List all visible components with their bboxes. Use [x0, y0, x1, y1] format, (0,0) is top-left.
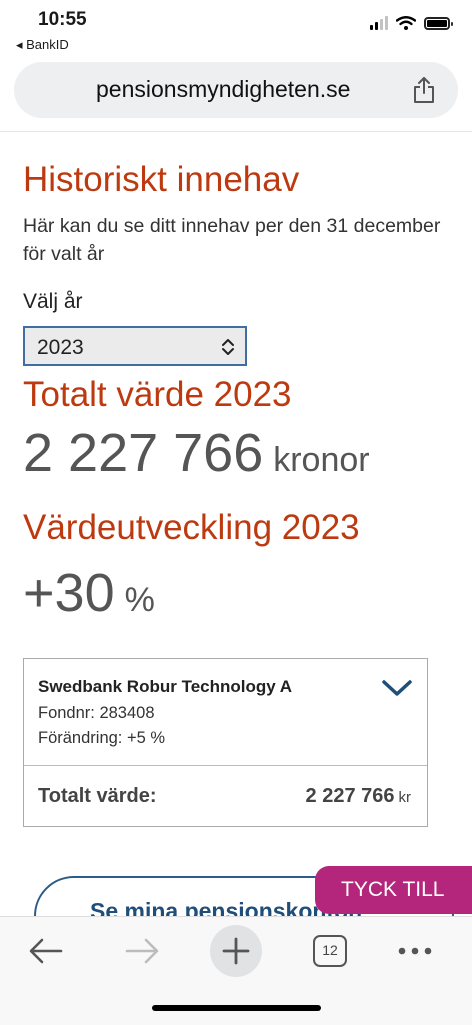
- year-select-value: 2023: [37, 336, 84, 359]
- development-unit: %: [124, 581, 155, 619]
- development-value: +30: [23, 563, 115, 623]
- chevron-down-icon[interactable]: [381, 679, 413, 697]
- fund-total-unit: kr: [398, 789, 412, 806]
- battery-icon: [424, 16, 453, 30]
- url-text[interactable]: pensionsmyndigheten.se: [96, 76, 350, 103]
- status-indicators: [370, 16, 453, 30]
- year-label: Välj år: [23, 290, 83, 313]
- fund-card[interactable]: Swedbank Robur Technology A Fondnr: 2834…: [23, 658, 428, 827]
- total-value-unit: kronor: [273, 441, 370, 479]
- wifi-icon: [396, 16, 416, 30]
- fund-card-divider: [24, 765, 427, 766]
- intro-text: Här kan du se ditt innehav per den 31 de…: [23, 215, 441, 265]
- total-value-heading: Totalt värde 2023: [23, 375, 292, 414]
- page-title: Historiskt innehav: [23, 160, 300, 199]
- development-heading: Värdeutveckling 2023: [23, 508, 360, 547]
- fund-total-amount: 2 227 766: [305, 785, 395, 807]
- feedback-button[interactable]: TYCK TILL: [315, 866, 472, 914]
- fund-total-label: Totalt värde:: [38, 785, 157, 807]
- header-divider: [0, 131, 472, 132]
- new-tab-button[interactable]: [210, 925, 262, 977]
- address-bar[interactable]: pensionsmyndigheten.se: [14, 62, 458, 118]
- fund-change: Förändring: +5 %: [38, 729, 166, 747]
- back-arrow-icon[interactable]: [28, 937, 64, 965]
- plus-icon: [222, 937, 250, 965]
- total-value-amount: 2 227 766: [23, 423, 264, 483]
- fund-total-value: 2 227 766 kr: [306, 785, 411, 808]
- back-to-app-link[interactable]: ◂ BankID: [16, 37, 69, 53]
- forward-arrow-icon[interactable]: [124, 937, 160, 965]
- total-value-row: 2 227 766 kronor: [23, 422, 370, 484]
- year-select[interactable]: 2023: [23, 326, 247, 366]
- home-indicator: [152, 1005, 321, 1011]
- select-updown-icon: [222, 339, 234, 355]
- share-icon[interactable]: [412, 76, 436, 104]
- tabs-button[interactable]: 12: [313, 935, 347, 967]
- status-time: 10:55: [38, 9, 87, 30]
- fund-name: Swedbank Robur Technology A: [38, 677, 293, 696]
- tab-count: 12: [322, 942, 338, 958]
- more-options-icon[interactable]: [398, 947, 432, 955]
- signal-icon: [370, 16, 388, 30]
- feedback-label: TYCK TILL: [341, 878, 445, 901]
- fund-number: Fondnr: 283408: [38, 704, 155, 722]
- development-row: +30 %: [23, 562, 155, 624]
